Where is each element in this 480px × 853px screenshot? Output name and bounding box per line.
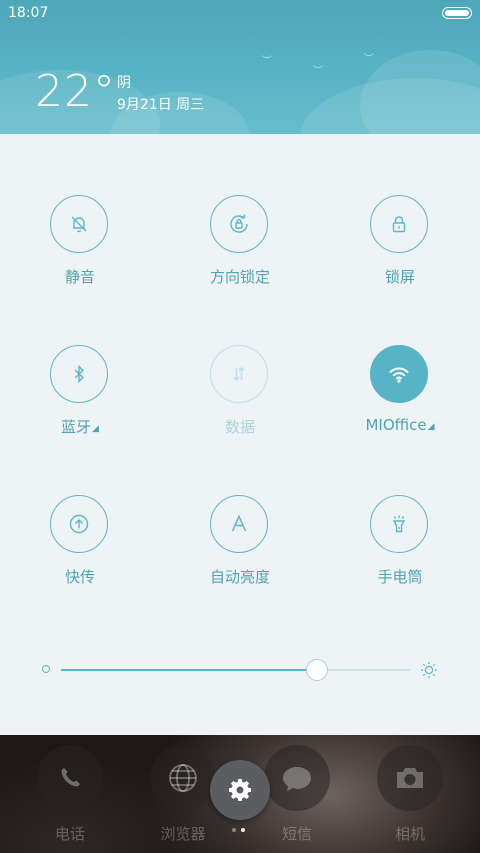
toggle-label: MIOffice◢ (320, 416, 480, 434)
toggle-label-text: MIOffice (365, 416, 427, 434)
bluetooth-icon (50, 345, 108, 403)
menu-indicator-icon: ◢ (92, 424, 99, 434)
toggle-auto-brightness[interactable]: 自动亮度 (160, 495, 320, 615)
page-dot (232, 828, 236, 832)
toggle-label: 静音 (64, 268, 95, 286)
share-upload-icon (50, 495, 108, 553)
dock-app-browser[interactable]: 浏览器 (148, 745, 218, 853)
auto-brightness-icon (210, 495, 268, 553)
bird-decoration: ︶ (313, 66, 323, 77)
bird-decoration: ︶ (364, 54, 374, 65)
dock-label: 电话 (54, 825, 85, 843)
toggle-silent[interactable]: 静音 (0, 195, 160, 315)
rotation-lock-icon (210, 195, 268, 253)
toggle-label: 锁屏 (384, 268, 415, 286)
page-indicator (232, 828, 252, 834)
toggle-label: 快传 (64, 568, 95, 586)
bell-off-icon (50, 195, 108, 253)
toggle-flashlight[interactable]: 手电筒 (320, 495, 480, 615)
weather-header[interactable]: ︶ ︶ ︶ 18:07 22° 阴 9月21日 周三 (0, 0, 480, 134)
toggle-lock-screen[interactable]: 锁屏 (320, 195, 480, 315)
menu-indicator-icon: ◢ (427, 422, 435, 432)
quick-settings-panel: 静音 方向锁定 锁屏 蓝牙◢ 数据 MIOffice◢ 快传 自动亮度 手电筒 (0, 134, 480, 735)
brightness-fill (61, 669, 317, 671)
toggle-label: 蓝牙◢ (0, 416, 160, 437)
message-icon (264, 745, 330, 811)
phone-icon (37, 745, 103, 811)
battery-icon (442, 7, 472, 19)
camera-icon (377, 745, 443, 811)
page-dot (241, 828, 245, 832)
brightness-low-icon (42, 665, 50, 673)
weather-date: 9月21日 周三 (117, 97, 205, 113)
brightness-slider-thumb[interactable] (306, 659, 328, 681)
status-time: 18:07 (8, 5, 49, 21)
dock-label: 短信 (281, 825, 312, 843)
weather-condition: 阴 (117, 75, 131, 91)
toggle-label: 方向锁定 (209, 268, 270, 286)
toggle-mobile-data[interactable]: 数据 (160, 345, 320, 465)
lock-icon (370, 195, 428, 253)
gear-icon (229, 779, 251, 801)
toggle-label: 手电筒 (377, 568, 423, 586)
mobile-data-icon (210, 345, 268, 403)
cloud-decoration (360, 50, 480, 134)
toggle-quick-share[interactable]: 快传 (0, 495, 160, 615)
temperature: 22° (35, 66, 116, 117)
toggle-label: 自动亮度 (209, 568, 270, 586)
brightness-high-icon (420, 661, 438, 683)
toggle-wifi[interactable]: MIOffice◢ (320, 345, 480, 465)
dock-app-phone[interactable]: 电话 (35, 745, 105, 853)
toggle-label: 数据 (224, 418, 255, 436)
dock-app-camera[interactable]: 相机 (375, 745, 445, 853)
settings-button[interactable] (210, 760, 270, 820)
brightness-slider[interactable] (61, 669, 411, 671)
dock-app-messages[interactable]: 短信 (262, 745, 332, 853)
dock-label: 浏览器 (160, 825, 206, 843)
toggle-rotation-lock[interactable]: 方向锁定 (160, 195, 320, 315)
dock-label: 相机 (394, 825, 425, 843)
globe-icon (150, 745, 216, 811)
flashlight-icon (370, 495, 428, 553)
toggle-label-text: 蓝牙 (61, 418, 92, 436)
toggle-bluetooth[interactable]: 蓝牙◢ (0, 345, 160, 465)
bird-decoration: ︶ (262, 56, 272, 67)
wifi-icon (370, 345, 428, 403)
